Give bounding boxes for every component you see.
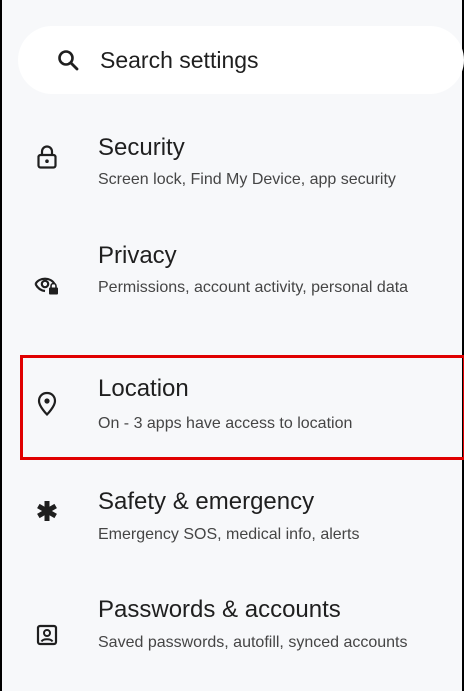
- settings-item-subtitle: Emergency SOS, medical info, alerts: [98, 526, 360, 543]
- settings-item-location[interactable]: Location On - 3 apps have access to loca…: [20, 355, 464, 460]
- settings-item-subtitle: On - 3 apps have access to location: [98, 415, 353, 432]
- settings-item-title: Security: [98, 134, 185, 161]
- privacy-eye-lock-icon: [34, 272, 60, 298]
- settings-item-title: Location: [98, 375, 189, 402]
- settings-item-title: Safety & emergency: [98, 488, 315, 515]
- account-box-icon: [34, 622, 60, 648]
- settings-screen: Search settings Security Screen lock, Fi…: [0, 0, 464, 691]
- settings-item-privacy[interactable]: Privacy Permissions, account activity, p…: [4, 232, 464, 342]
- settings-item-title: Privacy: [98, 242, 177, 269]
- settings-item-title: Passwords & accounts: [98, 596, 341, 623]
- settings-item-passwords-accounts[interactable]: Passwords & accounts Saved passwords, au…: [4, 588, 464, 691]
- settings-item-subtitle: Screen lock, Find My Device, app securit…: [98, 171, 396, 188]
- settings-item-security[interactable]: Security Screen lock, Find My Device, ap…: [4, 118, 464, 218]
- search-bar[interactable]: Search settings: [18, 26, 464, 94]
- search-placeholder: Search settings: [100, 46, 259, 73]
- settings-item-subtitle: Permissions, account activity, personal …: [98, 279, 409, 296]
- lock-icon: [34, 144, 60, 170]
- settings-item-safety-emergency[interactable]: Safety & emergency Emergency SOS, medica…: [4, 472, 464, 572]
- location-pin-icon: [34, 391, 60, 417]
- asterisk-icon: [34, 498, 60, 524]
- search-icon: [54, 46, 82, 74]
- settings-item-subtitle: Saved passwords, autofill, synced accoun…: [98, 634, 408, 651]
